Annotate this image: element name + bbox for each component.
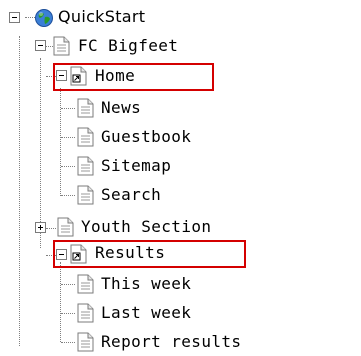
- tree-line: [60, 262, 61, 342]
- tree-line: [40, 58, 41, 248]
- page-icon[interactable]: [77, 274, 94, 294]
- tree-node-label[interactable]: Report results: [101, 332, 241, 352]
- page-icon[interactable]: [77, 127, 94, 147]
- expand-toggle[interactable]: [35, 222, 46, 233]
- tree-line: [61, 137, 75, 138]
- tree-line: [45, 46, 53, 47]
- page-icon[interactable]: [57, 217, 74, 237]
- page-icon[interactable]: [77, 332, 94, 352]
- tree-node-label[interactable]: FC Bigfeet: [78, 36, 178, 56]
- tree-node-label[interactable]: This week: [101, 274, 191, 294]
- collapse-toggle[interactable]: [35, 40, 46, 51]
- tree-line: [61, 166, 75, 167]
- tree-line: [61, 342, 75, 343]
- tree-node-label[interactable]: News: [101, 98, 141, 118]
- shortcut-page-icon[interactable]: [70, 66, 87, 86]
- tree-node-label[interactable]: Guestbook: [101, 127, 191, 147]
- collapse-toggle[interactable]: [56, 70, 67, 81]
- tree-node-label[interactable]: Last week: [101, 303, 191, 323]
- tree-line: [61, 108, 75, 109]
- tree-line: [60, 88, 61, 196]
- page-icon[interactable]: [77, 303, 94, 323]
- globe-icon[interactable]: [34, 8, 54, 28]
- tree-node-label[interactable]: QuickStart: [58, 7, 145, 27]
- page-icon[interactable]: [77, 185, 94, 205]
- page-icon[interactable]: [77, 156, 94, 176]
- page-tree: QuickStart FC Bigfeet Home News Guestboo…: [0, 0, 361, 356]
- tree-line: [61, 284, 75, 285]
- page-icon[interactable]: [53, 36, 70, 56]
- collapse-toggle[interactable]: [56, 249, 67, 260]
- tree-line: [61, 313, 75, 314]
- tree-node-label[interactable]: Sitemap: [101, 156, 171, 176]
- tree-line: [61, 195, 75, 196]
- tree-node-label[interactable]: Search: [101, 185, 161, 205]
- tree-line: [46, 228, 56, 229]
- tree-node-label[interactable]: Youth Section: [81, 217, 211, 237]
- collapse-toggle[interactable]: [9, 12, 20, 23]
- page-icon[interactable]: [77, 98, 94, 118]
- tree-node-label[interactable]: Results: [95, 243, 165, 263]
- shortcut-page-icon[interactable]: [70, 244, 87, 264]
- tree-line: [19, 36, 20, 346]
- tree-node-label[interactable]: Home: [95, 66, 135, 86]
